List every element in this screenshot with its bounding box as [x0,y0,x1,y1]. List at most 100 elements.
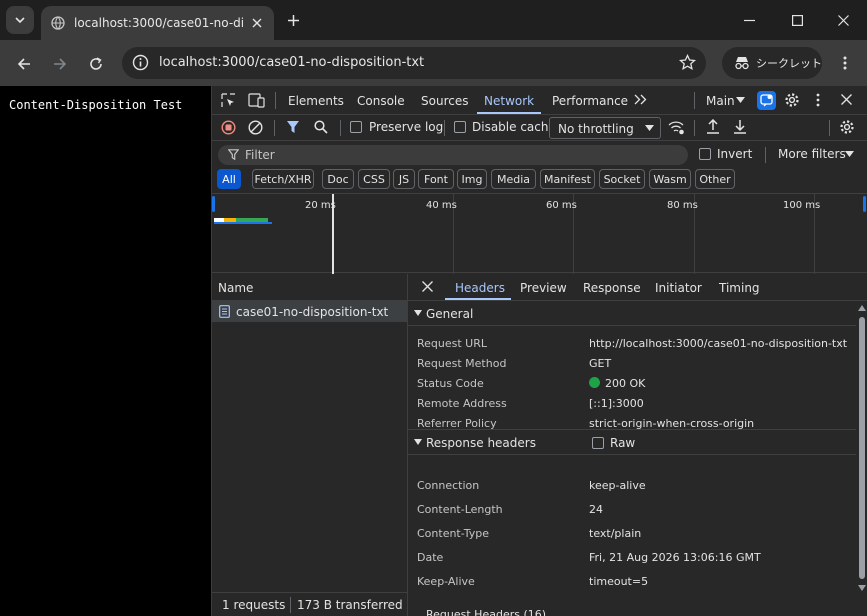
network-settings-button[interactable] [839,119,855,135]
triangle-down-icon [414,439,422,445]
close-details-button[interactable] [422,281,433,292]
wifi-settings-icon [668,121,684,135]
response-header-key: Content-Length [417,503,503,516]
timeline-tick-label: 80 ms [667,200,698,211]
scrollbar-thumb[interactable] [859,317,865,579]
more-vert-icon [843,56,847,70]
request-headers-section-header[interactable]: Request Headers (16) [408,607,856,616]
chip-socket[interactable]: Socket [599,169,645,189]
request-list: Name case01-no-disposition-txt 1 request… [212,274,408,616]
tab-search-button[interactable] [6,6,34,34]
browser-tab[interactable]: localhost:3000/case01-no-disposition-txt [41,6,274,40]
address-bar[interactable]: localhost:3000/case01-no-disposition-txt [122,47,706,79]
tab-sources[interactable]: Sources [421,94,468,108]
tab-response[interactable]: Response [583,281,641,295]
chip-font[interactable]: Font [418,169,454,189]
incognito-label: シークレット [756,57,822,70]
response-header-value: timeout=5 [589,575,649,588]
invert-label: Invert [717,147,753,161]
scroll-down-icon[interactable] [858,585,866,591]
minimize-button[interactable] [726,6,772,34]
tab-timing[interactable]: Timing [719,281,760,295]
filter-toggle-button[interactable] [286,120,300,134]
request-row[interactable]: case01-no-disposition-txt [212,301,408,322]
more-filters-button[interactable]: More filters [778,147,846,161]
network-status-bar: 1 requests 173 B transferred [212,592,408,616]
chip-other[interactable]: Other [695,169,735,189]
incognito-indicator[interactable]: シークレット [722,47,822,79]
inspect-element-button[interactable] [221,93,236,108]
search-button[interactable] [314,120,328,134]
tab-performance[interactable]: Performance [552,94,628,108]
tab-console[interactable]: Console [357,94,405,108]
chip-fetch-xhr[interactable]: Fetch/XHR [252,169,314,189]
tab-preview[interactable]: Preview [520,281,567,295]
devtools-menu-button[interactable] [816,93,820,107]
tab-initiator[interactable]: Initiator [655,281,702,295]
ai-assistance-button[interactable] [757,91,776,110]
tab-elements[interactable]: Elements [288,94,344,108]
context-selector[interactable]: Main [706,94,735,108]
tab-network[interactable]: Network [484,94,534,108]
chip-css[interactable]: CSS [358,169,390,189]
back-button[interactable] [11,51,37,77]
info-icon[interactable] [132,54,149,71]
new-tab-button[interactable] [282,9,304,31]
status-ok-dot [589,377,600,388]
general-key: Remote Address [417,397,507,410]
name-column-header[interactable]: Name [212,274,408,301]
close-window-button[interactable] [820,6,866,34]
network-overview-timeline[interactable]: 20 ms 40 ms 60 ms 80 ms 100 ms [212,193,867,274]
details-scrollbar[interactable] [856,301,867,616]
incognito-icon [735,57,749,70]
close-devtools-button[interactable] [841,94,852,105]
throttling-select[interactable]: No throttling [549,117,661,139]
disable-cache-label: Disable cache [472,120,556,134]
chip-img[interactable]: Img [457,169,487,189]
tab-close-button[interactable] [248,14,266,32]
device-toolbar-button[interactable] [248,93,265,108]
filter-input[interactable]: Filter [218,145,688,165]
response-header-key: Keep-Alive [417,575,475,588]
status-divider [290,597,291,613]
invert-checkbox[interactable] [699,148,711,160]
preserve-log-checkbox[interactable] [350,121,362,133]
chip-js[interactable]: JS [393,169,415,189]
clear-button[interactable] [248,120,263,135]
more-tabs-button[interactable] [634,94,647,105]
chip-doc[interactable]: Doc [322,169,354,189]
context-dropdown-arrow[interactable] [736,97,745,103]
filter-icon [228,149,239,160]
browser-menu-button[interactable] [834,51,856,75]
tab-headers[interactable]: Headers [455,281,505,295]
general-section-header[interactable]: General [408,302,856,326]
star-icon[interactable] [679,54,696,71]
maximize-button[interactable] [774,6,820,34]
forward-button[interactable] [47,51,73,77]
minimize-icon [743,19,755,21]
chip-media[interactable]: Media [491,169,536,189]
raw-checkbox[interactable] [592,437,604,449]
request-headers-title: Request Headers (16) [426,608,547,616]
toolbar-divider [765,147,766,163]
timeline-range-handle-right[interactable] [863,196,866,212]
more-filters-arrow[interactable] [845,151,854,157]
disable-cache-checkbox[interactable] [454,121,466,133]
reload-button[interactable] [83,51,109,77]
device-icon [248,93,265,108]
chip-all[interactable]: All [217,169,241,189]
general-key: Request URL [417,337,488,350]
settings-button[interactable] [784,92,800,108]
search-icon [314,120,328,134]
timeline-range-handle-left[interactable] [212,196,215,212]
response-header-value: keep-alive [589,479,646,492]
import-har-button[interactable] [706,119,720,134]
stop-recording-button[interactable] [221,120,236,135]
scroll-up-icon[interactable] [858,305,866,311]
response-headers-section-header[interactable]: Response headers Raw [408,429,856,455]
chip-manifest[interactable]: Manifest [540,169,595,189]
chip-wasm[interactable]: Wasm [649,169,691,189]
close-icon [841,94,852,105]
network-conditions-button[interactable] [668,120,685,135]
export-har-button[interactable] [733,119,747,134]
